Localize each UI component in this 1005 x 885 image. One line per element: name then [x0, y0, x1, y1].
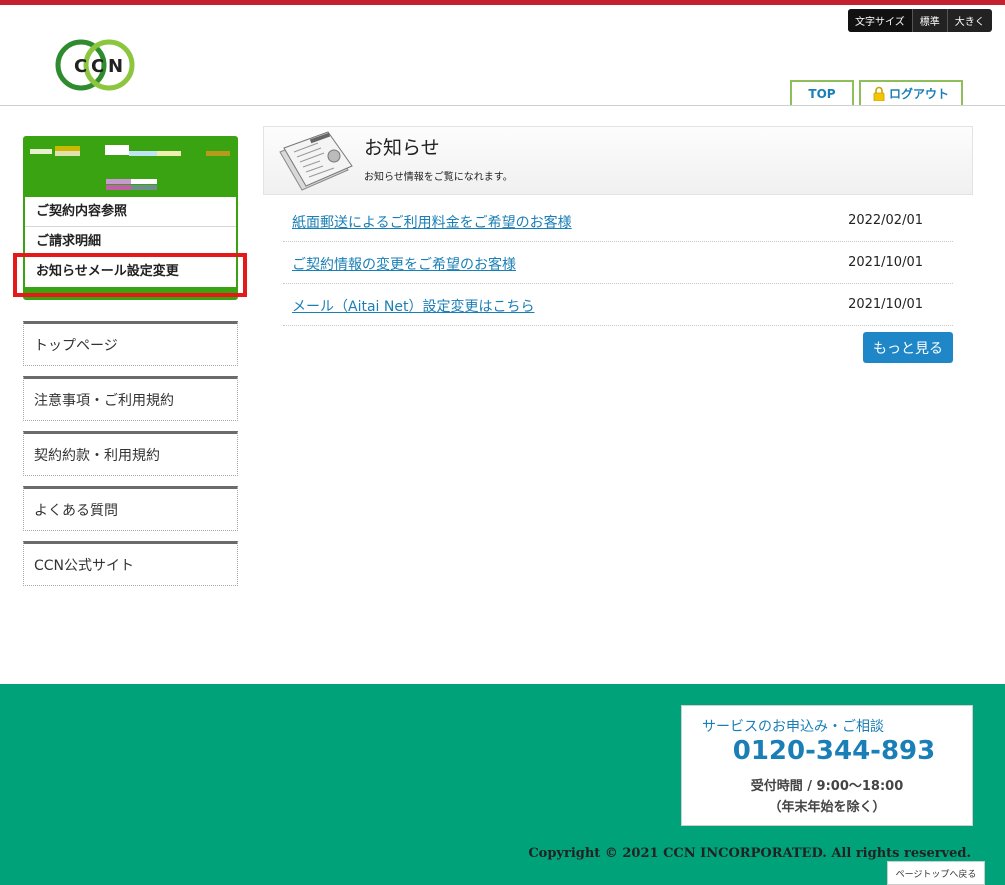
- top-accent-bar: [0, 0, 1005, 5]
- side-nav-top-page[interactable]: トップページ: [23, 321, 238, 366]
- contact-box: サービスのお申込み・ご相談 0120-344-893 受付時間 / 9:00〜1…: [681, 705, 973, 826]
- lock-icon: [873, 86, 885, 101]
- page-top-button[interactable]: ページトップへ戻る: [887, 861, 985, 885]
- more-button[interactable]: もっと見る: [863, 332, 953, 363]
- redacted-block: [131, 185, 157, 190]
- newspaper-icon: [279, 131, 353, 191]
- news-date: 2021/10/01: [848, 297, 923, 312]
- contact-hours: 受付時間 / 9:00〜18:00: [750, 779, 904, 794]
- svg-text:C: C: [91, 56, 104, 77]
- svg-text:N: N: [108, 56, 123, 77]
- redacted-block: [129, 151, 157, 156]
- list-item: ご契約情報の変更をご希望のお客様 2021/10/01: [283, 242, 953, 284]
- nav-logout-label: ログアウト: [888, 87, 949, 101]
- news-date: 2022/02/01: [848, 213, 923, 228]
- news-link[interactable]: ご契約情報の変更をご希望のお客様: [292, 254, 516, 274]
- redacted-block: [131, 179, 157, 184]
- highlight-box: [13, 253, 247, 297]
- nav-top-label: TOP: [808, 86, 836, 101]
- font-size-label: 文字サイズ: [848, 9, 912, 32]
- news-title: お知らせ: [364, 137, 440, 159]
- redacted-block: [157, 151, 181, 156]
- redacted-block: [106, 179, 131, 184]
- nav-top-tab[interactable]: TOP: [790, 80, 854, 105]
- news-date: 2021/10/01: [848, 255, 923, 270]
- contact-label: サービスのお申込み・ご相談: [702, 719, 884, 735]
- side-nav-agreement[interactable]: 契約約款・利用規約: [23, 431, 238, 476]
- copyright: Copyright © 2021 CCN INCORPORATED. All r…: [528, 846, 971, 861]
- news-subtitle: お知らせ情報をご覧になれます。: [364, 172, 513, 183]
- font-size-large-button[interactable]: 大きく: [946, 9, 992, 32]
- nav-logout-tab[interactable]: ログアウト: [859, 80, 963, 105]
- side-nav-faq[interactable]: よくある質問: [23, 486, 238, 531]
- svg-text:C: C: [74, 56, 87, 77]
- redacted-block: [206, 151, 230, 156]
- redacted-block: [30, 149, 52, 154]
- list-item: メール（Aitai Net）設定変更はこちら 2021/10/01: [283, 284, 953, 326]
- redacted-block: [55, 151, 80, 156]
- contact-note: （年末年始を除く）: [768, 800, 886, 815]
- news-header: お知らせ お知らせ情報をご覧になれます。: [263, 126, 973, 195]
- header-divider: [0, 105, 1005, 106]
- side-nav-official-site[interactable]: CCN公式サイト: [23, 541, 238, 586]
- user-menu-item-contract[interactable]: ご契約内容参照: [25, 197, 236, 227]
- font-size-switcher: 文字サイズ 標準 大きく: [848, 9, 992, 32]
- list-item: 紙面郵送によるご利用料金をご希望のお客様 2022/02/01: [283, 200, 953, 242]
- redacted-block: [105, 145, 129, 155]
- contact-phone[interactable]: 0120-344-893: [682, 736, 972, 766]
- side-nav-terms[interactable]: 注意事項・ご利用規約: [23, 376, 238, 421]
- news-link[interactable]: メール（Aitai Net）設定変更はこちら: [292, 296, 534, 316]
- redacted-block: [106, 185, 131, 190]
- font-size-standard-button[interactable]: 標準: [911, 9, 947, 32]
- ccn-logo[interactable]: C C N: [55, 36, 137, 94]
- news-link[interactable]: 紙面郵送によるご利用料金をご希望のお客様: [292, 212, 572, 232]
